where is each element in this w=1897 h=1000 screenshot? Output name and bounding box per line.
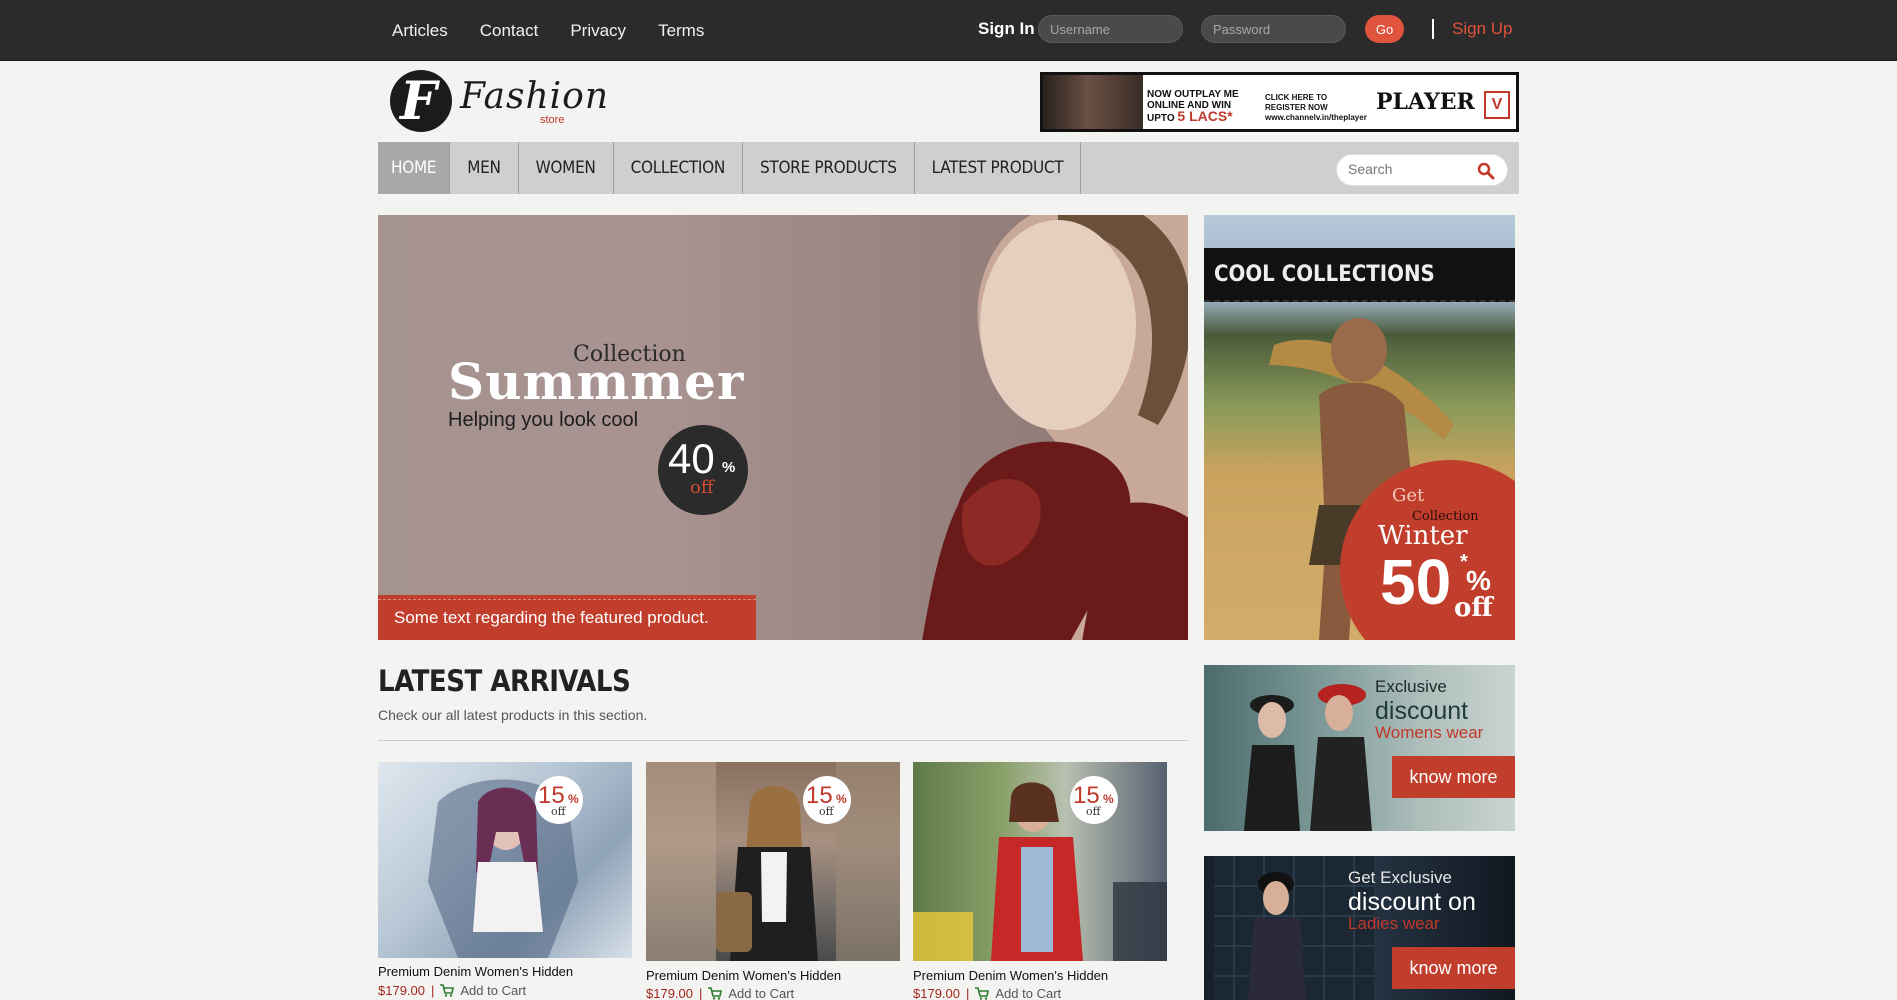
nav-item-latest-product[interactable]: LATEST PRODUCT bbox=[915, 142, 1082, 194]
top-bar: Articles Contact Privacy Terms Sign In G… bbox=[0, 0, 1897, 61]
promo-line1: Exclusive bbox=[1375, 677, 1447, 696]
section-divider bbox=[378, 740, 1188, 741]
cool-get-label: Get bbox=[1392, 485, 1425, 506]
hero-caption: Some text regarding the featured product… bbox=[378, 595, 756, 640]
product-image[interactable]: 15 % off bbox=[913, 762, 1167, 961]
product-card[interactable]: 15 % off Premium Denim Women's Hidden $1… bbox=[913, 762, 1167, 1000]
price-separator: | bbox=[431, 983, 435, 998]
top-link-articles[interactable]: Articles bbox=[392, 21, 448, 41]
cool-collections-title: COOL COLLECTIONS bbox=[1214, 262, 1435, 287]
add-to-cart-link[interactable]: Add to Cart bbox=[728, 986, 794, 1000]
hero-discount-badge: 40 % off bbox=[658, 425, 748, 515]
search-input[interactable] bbox=[1348, 161, 1468, 177]
cool-discount-off: off bbox=[1454, 593, 1493, 623]
badge-percent: % bbox=[1103, 792, 1114, 806]
ad-banner-cta: CLICK HERE TO REGISTER NOW www.channelv.… bbox=[1265, 93, 1367, 122]
badge-off: off bbox=[551, 805, 566, 818]
hero-slider[interactable]: Collection Summmer Helping you look cool… bbox=[378, 215, 1188, 640]
hero-model-image bbox=[922, 215, 1188, 640]
product-price-row: $179.00 | Add to Cart bbox=[646, 986, 794, 1000]
promo-line3: Ladies wear bbox=[1348, 914, 1440, 933]
topbar-divider bbox=[1432, 19, 1434, 39]
add-to-cart-link[interactable]: Add to Cart bbox=[995, 986, 1061, 1000]
cart-icon[interactable] bbox=[440, 984, 455, 997]
ladies-wear-promo[interactable]: Get Exclusive discount on Ladies wear kn… bbox=[1204, 856, 1515, 1000]
hero-title: Summmer bbox=[448, 352, 745, 411]
cart-icon[interactable] bbox=[975, 987, 990, 1000]
latest-arrivals-title: LATEST ARRIVALS bbox=[378, 664, 631, 698]
site-logo[interactable]: F Fashion store bbox=[390, 70, 608, 132]
womens-wear-promo[interactable]: Exclusive discount Womens wear know more bbox=[1204, 665, 1515, 831]
username-input[interactable] bbox=[1038, 15, 1183, 43]
product-card[interactable]: 15 % off Premium Denim Women's Hidden $1… bbox=[646, 762, 900, 1000]
cool-collections-promo[interactable]: COOL COLLECTIONS Get Collection Winter 5… bbox=[1204, 215, 1515, 640]
price-separator: | bbox=[966, 986, 970, 1000]
badge-off: off bbox=[819, 805, 834, 818]
product-price: $179.00 bbox=[378, 983, 425, 998]
top-link-terms[interactable]: Terms bbox=[658, 21, 704, 41]
product-price-row: $179.00 | Add to Cart bbox=[913, 986, 1061, 1000]
cart-icon[interactable] bbox=[708, 987, 723, 1000]
product-price: $179.00 bbox=[913, 986, 960, 1000]
product-price: $179.00 bbox=[646, 986, 693, 1000]
channel-v-logo: V bbox=[1484, 91, 1510, 119]
sign-in-label: Sign In bbox=[978, 19, 1035, 38]
cool-collections-header: COOL COLLECTIONS bbox=[1204, 248, 1515, 302]
search-icon[interactable] bbox=[1477, 162, 1495, 180]
hero-discount-percent: % bbox=[722, 459, 736, 476]
ad-banner-headline: NOW OUTPLAY ME ONLINE AND WIN UPTO 5 LAC… bbox=[1147, 89, 1239, 124]
nav-item-store-products[interactable]: STORE PRODUCTS bbox=[743, 142, 915, 194]
product-name[interactable]: Premium Denim Women's Hidden bbox=[646, 968, 841, 983]
hero-discount-off: off bbox=[690, 477, 714, 498]
product-photo bbox=[913, 782, 1167, 961]
ad-banner[interactable]: NOW OUTPLAY ME ONLINE AND WIN UPTO 5 LAC… bbox=[1040, 72, 1519, 132]
logo-text: Fashion bbox=[460, 76, 610, 117]
hero-tagline: Helping you look cool bbox=[448, 409, 639, 431]
ad-banner-photo bbox=[1043, 75, 1143, 129]
product-discount-badge: 15 % off bbox=[1070, 776, 1118, 824]
product-name[interactable]: Premium Denim Women's Hidden bbox=[378, 964, 573, 979]
product-discount-badge: 15 % off bbox=[803, 776, 851, 824]
hero-discount-number: 40 bbox=[668, 435, 715, 482]
promo-line2: discount bbox=[1375, 697, 1469, 725]
product-image[interactable]: 15 % off bbox=[378, 762, 632, 958]
nav-item-collection[interactable]: COLLECTION bbox=[614, 142, 743, 194]
cool-discount-number: 50 bbox=[1380, 546, 1452, 618]
sign-up-link[interactable]: Sign Up bbox=[1452, 19, 1512, 39]
badge-off: off bbox=[1086, 805, 1101, 818]
top-link-privacy[interactable]: Privacy bbox=[570, 21, 626, 41]
know-more-button[interactable]: know more bbox=[1392, 756, 1515, 798]
product-photo bbox=[646, 762, 900, 961]
search-box bbox=[1336, 154, 1508, 186]
promo-line3: Womens wear bbox=[1375, 723, 1484, 742]
know-more-button[interactable]: know more bbox=[1392, 947, 1515, 989]
logo-subtext: store bbox=[540, 114, 565, 126]
promo-line2: discount on bbox=[1348, 888, 1476, 916]
product-photo bbox=[428, 779, 578, 958]
top-nav: Articles Contact Privacy Terms bbox=[392, 0, 704, 61]
top-link-contact[interactable]: Contact bbox=[480, 21, 539, 41]
latest-arrivals-subtitle: Check our all latest products in this se… bbox=[378, 707, 648, 723]
nav-item-home[interactable]: HOME bbox=[378, 142, 451, 194]
nav-item-men[interactable]: MEN bbox=[450, 142, 519, 194]
price-separator: | bbox=[699, 986, 703, 1000]
go-button[interactable]: Go bbox=[1365, 15, 1404, 43]
ad-banner-brand: PLAYER bbox=[1376, 89, 1475, 115]
logo-mark: F bbox=[390, 70, 452, 132]
product-price-row: $179.00 | Add to Cart bbox=[378, 983, 526, 998]
badge-percent: % bbox=[836, 792, 847, 806]
product-discount-badge: 15 % off bbox=[535, 776, 583, 824]
add-to-cart-link[interactable]: Add to Cart bbox=[460, 983, 526, 998]
promo-line1: Get Exclusive bbox=[1348, 868, 1452, 887]
product-image[interactable]: 15 % off bbox=[646, 762, 900, 961]
product-name[interactable]: Premium Denim Women's Hidden bbox=[913, 968, 1108, 983]
nav-item-women[interactable]: WOMEN bbox=[519, 142, 614, 194]
badge-percent: % bbox=[568, 792, 579, 806]
product-card[interactable]: 15 % off Premium Denim Women's Hidden $1… bbox=[378, 762, 632, 998]
password-input[interactable] bbox=[1201, 15, 1346, 43]
